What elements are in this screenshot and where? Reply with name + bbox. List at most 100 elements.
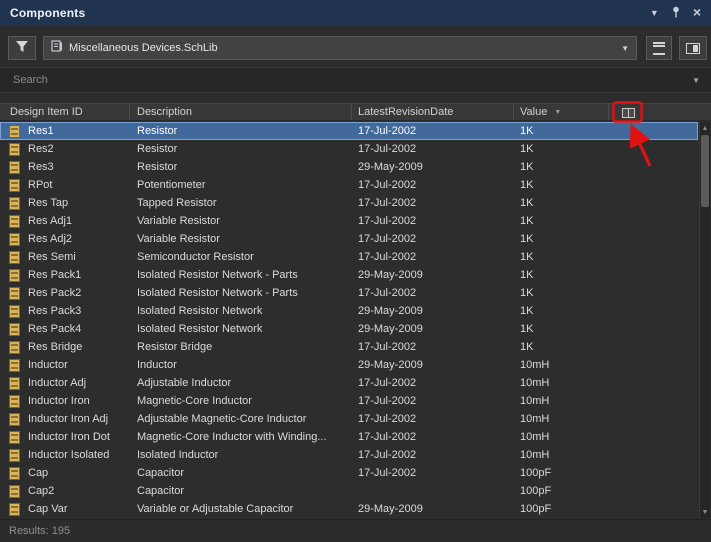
design-item-id: Res Bridge [28,341,82,353]
component-icon [9,143,20,156]
latest-revision-date: 17-Jul-2002 [358,251,416,263]
vertical-scrollbar[interactable]: ▲ ▼ [699,122,710,518]
table-row[interactable]: Inductor Iron Magnetic-Core Inductor 17-… [0,392,698,410]
results-count: Results: 195 [9,525,70,537]
value: 10mH [520,359,549,371]
column-header-value[interactable]: Value ▼ [514,104,609,120]
description: Adjustable Inductor [137,377,231,389]
design-item-id: Cap [28,467,48,479]
table-row[interactable]: Inductor Inductor 29-May-2009 10mH [0,356,698,374]
close-icon[interactable]: × [693,5,701,19]
column-chooser-icon [622,108,635,118]
value: 10mH [520,431,549,443]
value: 1K [520,251,533,263]
description: Magnetic-Core Inductor [137,395,252,407]
design-item-id: Res1 [28,125,54,137]
table-row[interactable]: Res Pack2 Isolated Resistor Network - Pa… [0,284,698,302]
component-icon [9,161,20,174]
description: Inductor [137,359,177,371]
value: 1K [520,323,533,335]
design-item-id: RPot [28,179,52,191]
table-row[interactable]: Res Adj1 Variable Resistor 17-Jul-2002 1… [0,212,698,230]
table-row[interactable]: Res Tap Tapped Resistor 17-Jul-2002 1K [0,194,698,212]
description: Isolated Inductor [137,449,218,461]
pin-icon[interactable] [671,6,681,20]
description: Potentiometer [137,179,205,191]
chevron-down-icon[interactable]: ▼ [692,76,700,85]
search-input[interactable] [11,73,686,87]
latest-revision-date: 29-May-2009 [358,305,423,317]
column-label: Design Item ID [10,106,83,118]
latest-revision-date: 17-Jul-2002 [358,233,416,245]
description: Resistor [137,143,177,155]
table-row[interactable]: Res Pack1 Isolated Resistor Network - Pa… [0,266,698,284]
table-row[interactable]: Inductor Iron Adj Adjustable Magnetic-Co… [0,410,698,428]
component-icon [9,377,20,390]
table-row[interactable]: Res Pack3 Isolated Resistor Network 29-M… [0,302,698,320]
sort-filter-icon: ▼ [554,109,561,116]
table-row[interactable]: Res Semi Semiconductor Resistor 17-Jul-2… [0,248,698,266]
description: Capacitor [137,467,184,479]
value: 1K [520,269,533,281]
design-item-id: Res Adj1 [28,215,72,227]
design-item-id: Inductor Iron [28,395,90,407]
scrollbar-thumb[interactable] [701,135,709,207]
component-icon [9,431,20,444]
table-row[interactable]: Cap2 Capacitor 100pF [0,482,698,500]
hamburger-icon [653,42,665,55]
table-row[interactable]: Cap Var Variable or Adjustable Capacitor… [0,500,698,518]
component-icon [9,341,20,354]
description: Variable or Adjustable Capacitor [137,503,293,515]
description: Capacitor [137,485,184,497]
table-row[interactable]: Cap Capacitor 17-Jul-2002 100pF [0,464,698,482]
table-row[interactable]: Res1 Resistor 17-Jul-2002 1K [0,122,698,140]
value: 1K [520,179,533,191]
column-header-design-item-id[interactable]: Design Item ID [0,104,130,120]
column-header-description[interactable]: Description [130,104,352,120]
library-icon [51,39,63,57]
latest-revision-date: 17-Jul-2002 [358,377,416,389]
component-icon [9,215,20,228]
column-label: Description [137,106,192,118]
latest-revision-date: 17-Jul-2002 [358,215,416,227]
filter-button[interactable] [8,36,36,60]
table-row[interactable]: Inductor Iron Dot Magnetic-Core Inductor… [0,428,698,446]
panel-menu-button[interactable] [646,36,672,60]
table-row[interactable]: Res2 Resistor 17-Jul-2002 1K [0,140,698,158]
design-item-id: Res Adj2 [28,233,72,245]
table-row[interactable]: Inductor Isolated Isolated Inductor 17-J… [0,446,698,464]
column-header-latest-revision-date[interactable]: LatestRevisionDate [352,104,514,120]
value: 10mH [520,449,549,461]
design-item-id: Inductor Iron Dot [28,431,110,443]
table-row[interactable]: Inductor Adj Adjustable Inductor 17-Jul-… [0,374,698,392]
table-row[interactable]: Res Adj2 Variable Resistor 17-Jul-2002 1… [0,230,698,248]
scroll-up-arrow[interactable]: ▲ [700,122,710,134]
library-dropdown[interactable]: Miscellaneous Devices.SchLib ▼ [43,36,637,60]
value: 1K [520,125,533,137]
status-bar: Results: 195 [0,519,711,542]
table-row[interactable]: RPot Potentiometer 17-Jul-2002 1K [0,176,698,194]
latest-revision-date: 29-May-2009 [358,269,423,281]
latest-revision-date: 17-Jul-2002 [358,125,416,137]
value: 10mH [520,395,549,407]
design-item-id: Inductor Iron Adj [28,413,108,425]
design-item-id: Inductor Isolated [28,449,109,461]
table-row[interactable]: Res3 Resistor 29-May-2009 1K [0,158,698,176]
table-header: Design Item ID Description LatestRevisio… [0,103,711,121]
scroll-down-arrow[interactable]: ▼ [700,506,710,518]
column-chooser-button[interactable] [618,106,638,120]
table-row[interactable]: Res Pack4 Isolated Resistor Network 29-M… [0,320,698,338]
description: Tapped Resistor [137,197,217,209]
table-row[interactable]: Res Bridge Resistor Bridge 17-Jul-2002 1… [0,338,698,356]
view-mode-button[interactable] [679,36,707,60]
description: Resistor Bridge [137,341,212,353]
chevron-down-icon[interactable]: ▼ [650,9,659,18]
latest-revision-date: 17-Jul-2002 [358,395,416,407]
value: 1K [520,287,533,299]
component-icon [9,467,20,480]
latest-revision-date: 29-May-2009 [358,161,423,173]
value: 1K [520,215,533,227]
latest-revision-date: 17-Jul-2002 [358,431,416,443]
description: Resistor [137,161,177,173]
latest-revision-date: 17-Jul-2002 [358,467,416,479]
